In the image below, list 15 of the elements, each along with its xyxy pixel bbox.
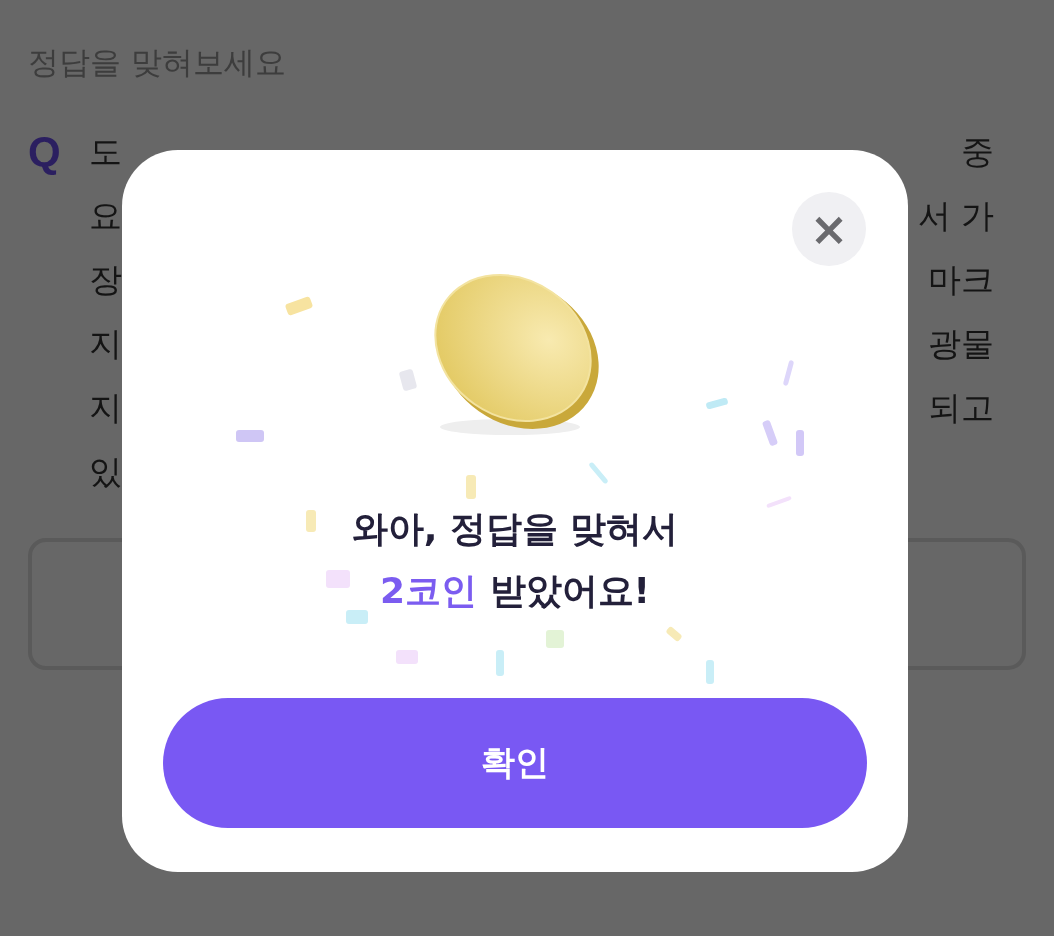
question-text: 광물 bbox=[928, 323, 994, 365]
question-text: 장 bbox=[88, 259, 122, 301]
question-text: 있 bbox=[88, 451, 122, 493]
question-text: 되고 bbox=[928, 387, 994, 429]
reward-message: 와아, 정답을 맞혀서 2코인 받았어요! bbox=[351, 507, 679, 613]
question-text: 마크 bbox=[928, 259, 994, 301]
question-text: 요 bbox=[88, 195, 122, 237]
question-text: 지 bbox=[88, 387, 122, 429]
question-marker: Q bbox=[28, 127, 61, 177]
question-text: 서 가 bbox=[917, 195, 994, 237]
confirm-button[interactable]: 확인 bbox=[163, 698, 867, 828]
close-button[interactable]: × bbox=[792, 192, 866, 266]
question-text: 도 bbox=[88, 131, 122, 173]
question-text: 지 bbox=[88, 323, 122, 365]
question-text: 중 bbox=[961, 131, 994, 173]
